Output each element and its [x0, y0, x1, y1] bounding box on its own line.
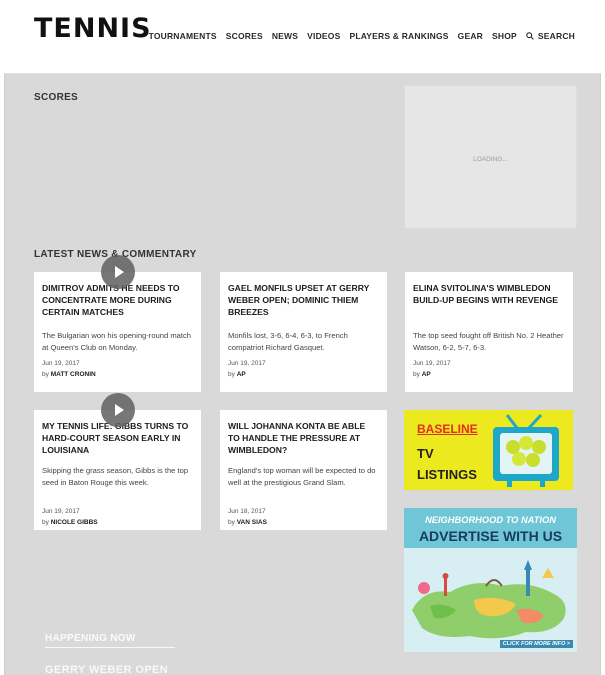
news-card[interactable]: WILL JOHANNA KONTA BE ABLE TO HANDLE THE… — [220, 410, 387, 530]
news-card[interactable]: DIMITROV ADMITS HE NEEDS TO CONCENTRATE … — [34, 272, 201, 392]
byline-prefix: by — [228, 519, 235, 526]
news-card[interactable]: ELINA SVITOLINA'S WIMBLEDON BUILD-UP BEG… — [405, 272, 573, 392]
news-card-summary: Skipping the grass season, Gibbs is the … — [42, 466, 189, 487]
main-nav: TOURNAMENTS SCORES NEWS VIDEOS PLAYERS &… — [149, 31, 575, 41]
nav-news[interactable]: NEWS — [272, 31, 298, 41]
top-ad-slot[interactable]: LOADING... — [404, 85, 577, 229]
news-card-byline: by AP — [228, 371, 246, 378]
news-card-summary: Monfils lost, 3-6, 6-4, 6-3, to French c… — [228, 331, 348, 352]
happening-divider — [45, 647, 175, 648]
search-icon — [526, 32, 534, 40]
baseline-tv-listings-ad[interactable]: BASELINE TV LISTINGS — [404, 410, 573, 490]
nation-ad-headline: ADVERTISE WITH US — [418, 528, 563, 544]
nav-tournaments[interactable]: TOURNAMENTS — [149, 31, 217, 41]
happening-now-heading: HAPPENING NOW — [45, 633, 136, 644]
site-logo[interactable]: TENNIS — [34, 13, 152, 44]
scores-heading: SCORES — [34, 92, 79, 103]
happening-event-link[interactable]: GERRY WEBER OPEN — [45, 664, 168, 675]
news-card-summary: England's top woman will be expected to … — [228, 466, 376, 487]
news-card-author[interactable]: AP — [237, 371, 246, 378]
news-card-author[interactable]: VAN SIAS — [237, 519, 267, 526]
nation-ad-tagline: NEIGHBORHOOD TO NATION — [425, 515, 556, 525]
news-card-byline: by VAN SIAS — [228, 519, 267, 526]
nav-scores[interactable]: SCORES — [226, 31, 263, 41]
news-card-date: Jun 18, 2017 — [228, 508, 266, 515]
news-card[interactable]: MY TENNIS LIFE: GIBBS TURNS TO HARD-COUR… — [34, 410, 201, 530]
news-card-date: Jun 19, 2017 — [413, 360, 451, 367]
news-card-author[interactable]: AP — [422, 371, 431, 378]
nation-ad-cta[interactable]: CLICK FOR MORE INFO > — [499, 640, 573, 648]
news-card-date: Jun 19, 2017 — [42, 508, 80, 515]
byline-prefix: by — [413, 371, 420, 378]
tv-icon — [493, 413, 559, 487]
advertise-with-us-ad[interactable]: NEIGHBORHOOD TO NATION ADVERTISE WITH US… — [404, 508, 577, 652]
news-card-date: Jun 19, 2017 — [228, 360, 266, 367]
ad-loading-text: LOADING... — [473, 156, 508, 163]
nav-players-rankings[interactable]: PLAYERS & RANKINGS — [349, 31, 448, 41]
nav-search-label: SEARCH — [537, 31, 575, 41]
play-video-icon[interactable] — [101, 255, 135, 289]
baseline-ad-line2: LISTINGS — [417, 467, 477, 482]
byline-prefix: by — [42, 519, 49, 526]
news-card-author[interactable]: NICOLE GIBBS — [51, 519, 98, 526]
nav-gear[interactable]: GEAR — [458, 31, 483, 41]
news-card-date: Jun 19, 2017 — [42, 360, 80, 367]
news-card-summary: The Bulgarian won his opening-round matc… — [42, 331, 192, 352]
news-card-byline: by MATT CRONIN — [42, 371, 96, 378]
news-card-summary: The top seed fought off British No. 2 He… — [413, 331, 564, 352]
nav-shop[interactable]: SHOP — [492, 31, 517, 41]
play-video-icon[interactable] — [101, 393, 135, 427]
news-card-byline: by AP — [413, 371, 431, 378]
nav-videos[interactable]: VIDEOS — [307, 31, 340, 41]
byline-prefix: by — [42, 371, 49, 378]
news-card-title[interactable]: GAEL MONFILS UPSET AT GERRY WEBER OPEN; … — [228, 282, 379, 318]
nav-search[interactable]: SEARCH — [526, 31, 575, 41]
baseline-ad-line1: TV — [417, 446, 434, 461]
site-header: TENNIS TOURNAMENTS SCORES NEWS VIDEOS PL… — [4, 0, 601, 74]
baseline-ad-brand: BASELINE — [417, 422, 478, 436]
news-card-title[interactable]: ELINA SVITOLINA'S WIMBLEDON BUILD-UP BEG… — [413, 282, 565, 306]
us-map-illustration — [404, 548, 577, 652]
news-card-author[interactable]: MATT CRONIN — [51, 371, 96, 378]
baseline-ad-text: TV LISTINGS — [417, 443, 477, 485]
news-card[interactable]: GAEL MONFILS UPSET AT GERRY WEBER OPEN; … — [220, 272, 387, 392]
news-card-byline: by NICOLE GIBBS — [42, 519, 98, 526]
news-card-title[interactable]: WILL JOHANNA KONTA BE ABLE TO HANDLE THE… — [228, 420, 379, 456]
byline-prefix: by — [228, 371, 235, 378]
